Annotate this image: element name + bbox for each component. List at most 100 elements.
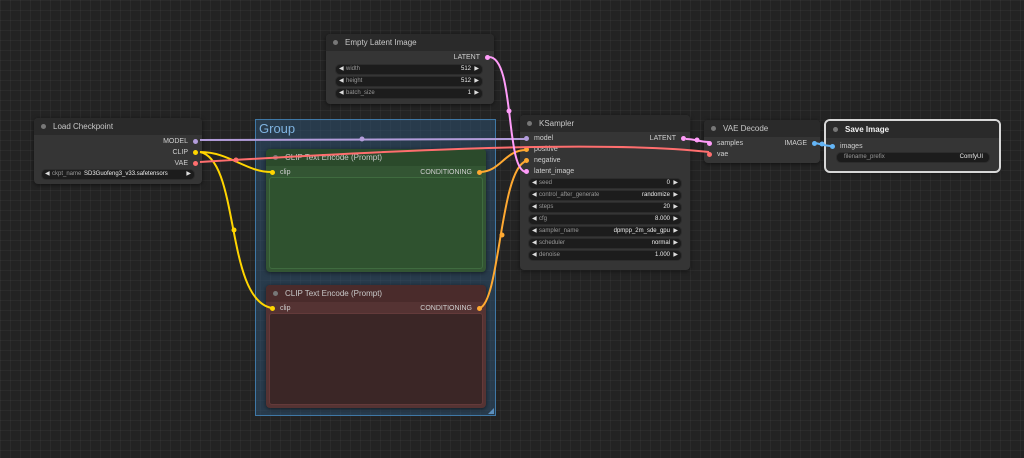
- left-arrow-icon[interactable]: ◀: [339, 77, 344, 86]
- left-arrow-icon[interactable]: ◀: [532, 191, 537, 200]
- image-slot-dot-icon[interactable]: [830, 144, 835, 149]
- output-image[interactable]: IMAGE: [784, 138, 817, 149]
- left-arrow-icon[interactable]: ◀: [532, 239, 537, 248]
- model-slot-dot-icon[interactable]: [193, 139, 198, 144]
- node-title-bar[interactable]: VAE Decode: [704, 120, 820, 137]
- clip-text-encode-positive-node[interactable]: CLIP Text Encode (Prompt) clip CONDITION…: [266, 149, 486, 272]
- scheduler-widget[interactable]: ◀ scheduler normal ▶: [528, 238, 682, 249]
- right-arrow-icon[interactable]: ▶: [673, 251, 678, 260]
- collapse-dot-icon[interactable]: [273, 291, 278, 296]
- sampler-name-widget[interactable]: ◀ sampler_name dpmpp_2m_sde_gpu ▶: [528, 226, 682, 237]
- output-latent[interactable]: LATENT: [454, 52, 490, 63]
- ckpt-name-combo[interactable]: ◀ ckpt_name SD3Guofeng3_v33.safetensors …: [41, 169, 195, 180]
- collapse-dot-icon[interactable]: [833, 127, 838, 132]
- batch-size-number-widget[interactable]: ◀ batch_size 1 ▶: [335, 88, 483, 99]
- width-number-widget[interactable]: ◀ width 512 ▶: [335, 64, 483, 75]
- left-arrow-icon[interactable]: ◀: [45, 170, 50, 179]
- clip-slot-dot-icon[interactable]: [193, 150, 198, 155]
- latent-slot-dot-icon[interactable]: [707, 141, 712, 146]
- input-positive[interactable]: positive: [524, 144, 558, 155]
- collapse-dot-icon[interactable]: [273, 155, 278, 160]
- prompt-textarea[interactable]: [269, 177, 483, 269]
- save-image-node[interactable]: Save Image images filename_prefix ComfyU…: [824, 119, 1001, 173]
- control-after-generate-widget[interactable]: ◀ control_after_generate randomize ▶: [528, 190, 682, 201]
- node-title-bar[interactable]: KSampler: [520, 115, 690, 132]
- reroute-dot-samples[interactable]: [694, 137, 700, 143]
- steps-widget[interactable]: ◀ steps 20 ▶: [528, 202, 682, 213]
- node-title: Load Checkpoint: [53, 122, 114, 131]
- left-arrow-icon[interactable]: ◀: [532, 227, 537, 236]
- right-arrow-icon[interactable]: ▶: [673, 203, 678, 212]
- node-title-bar[interactable]: CLIP Text Encode (Prompt): [266, 285, 486, 302]
- widget-value: normal: [651, 240, 670, 246]
- clip-slot-dot-icon[interactable]: [270, 306, 275, 311]
- conditioning-slot-dot-icon[interactable]: [524, 158, 529, 163]
- input-negative[interactable]: negative: [524, 155, 560, 166]
- node-title-bar[interactable]: Save Image: [826, 121, 999, 138]
- reroute-dot-image[interactable]: [819, 141, 825, 147]
- collapse-dot-icon[interactable]: [527, 121, 532, 126]
- collapse-dot-icon[interactable]: [711, 126, 716, 131]
- input-vae[interactable]: vae: [707, 149, 728, 160]
- conditioning-slot-dot-icon[interactable]: [477, 170, 482, 175]
- right-arrow-icon[interactable]: ▶: [474, 89, 479, 98]
- conditioning-slot-dot-icon[interactable]: [477, 306, 482, 311]
- collapse-dot-icon[interactable]: [41, 124, 46, 129]
- output-latent[interactable]: LATENT: [650, 133, 686, 144]
- conditioning-slot-dot-icon[interactable]: [524, 147, 529, 152]
- left-arrow-icon[interactable]: ◀: [532, 203, 537, 212]
- empty-latent-image-node[interactable]: Empty Latent Image LATENT ◀ width 512 ▶ …: [326, 34, 494, 104]
- output-model[interactable]: MODEL: [163, 136, 198, 147]
- output-vae[interactable]: VAE: [175, 158, 198, 169]
- cfg-widget[interactable]: ◀ cfg 8.000 ▶: [528, 214, 682, 225]
- output-clip[interactable]: CLIP: [172, 147, 198, 158]
- latent-slot-dot-icon[interactable]: [485, 55, 490, 60]
- latent-slot-dot-icon[interactable]: [524, 169, 529, 174]
- left-arrow-icon[interactable]: ◀: [532, 251, 537, 260]
- input-model[interactable]: model: [524, 133, 553, 144]
- right-arrow-icon[interactable]: ▶: [186, 170, 191, 179]
- right-arrow-icon[interactable]: ▶: [673, 215, 678, 224]
- left-arrow-icon[interactable]: ◀: [339, 89, 344, 98]
- height-number-widget[interactable]: ◀ height 512 ▶: [335, 76, 483, 87]
- vae-decode-node[interactable]: VAE Decode samples vae IMAGE: [704, 120, 820, 163]
- left-arrow-icon[interactable]: ◀: [339, 65, 344, 74]
- node-graph-canvas[interactable]: Group Load Checkpoint MODEL CLIP VAE ◀ c…: [0, 0, 1024, 458]
- vae-slot-dot-icon[interactable]: [193, 161, 198, 166]
- left-arrow-icon[interactable]: ◀: [532, 215, 537, 224]
- node-title-bar[interactable]: Empty Latent Image: [326, 34, 494, 51]
- input-images[interactable]: images: [830, 141, 863, 152]
- node-title-bar[interactable]: Load Checkpoint: [34, 118, 202, 135]
- left-arrow-icon[interactable]: ◀: [532, 179, 537, 188]
- node-title-bar[interactable]: CLIP Text Encode (Prompt): [266, 149, 486, 166]
- reroute-dot-negative[interactable]: [499, 232, 505, 238]
- ksampler-node[interactable]: KSampler model positive negative latent_…: [520, 115, 690, 270]
- input-samples[interactable]: samples: [707, 138, 743, 149]
- right-arrow-icon[interactable]: ▶: [474, 77, 479, 86]
- reroute-dot-latent[interactable]: [506, 108, 512, 114]
- connection-wires: [199, 56, 833, 309]
- clip-slot-dot-icon[interactable]: [270, 170, 275, 175]
- right-arrow-icon[interactable]: ▶: [673, 227, 678, 236]
- collapse-dot-icon[interactable]: [333, 40, 338, 45]
- filename-prefix-input[interactable]: filename_prefix ComfyUI: [836, 152, 990, 163]
- group-resize-handle[interactable]: [488, 408, 494, 414]
- right-arrow-icon[interactable]: ▶: [673, 191, 678, 200]
- load-checkpoint-node[interactable]: Load Checkpoint MODEL CLIP VAE ◀ ckpt_na…: [34, 118, 202, 184]
- clip-text-encode-negative-node[interactable]: CLIP Text Encode (Prompt) clip CONDITION…: [266, 285, 486, 408]
- group-title[interactable]: Group: [259, 121, 295, 136]
- denoise-widget[interactable]: ◀ denoise 1.000 ▶: [528, 250, 682, 261]
- latent-slot-dot-icon[interactable]: [681, 136, 686, 141]
- right-arrow-icon[interactable]: ▶: [673, 239, 678, 248]
- right-arrow-icon[interactable]: ▶: [474, 65, 479, 74]
- image-slot-dot-icon[interactable]: [812, 141, 817, 146]
- prompt-textarea[interactable]: [269, 313, 483, 405]
- vae-slot-dot-icon[interactable]: [707, 152, 712, 157]
- slot-label: samples: [717, 140, 744, 147]
- reroute-dot-vae[interactable]: [233, 157, 239, 163]
- reroute-dot-clip[interactable]: [231, 227, 237, 233]
- seed-widget[interactable]: ◀ seed 0 ▶: [528, 178, 682, 189]
- input-latent-image[interactable]: latent_image: [524, 166, 574, 177]
- model-slot-dot-icon[interactable]: [524, 136, 529, 141]
- right-arrow-icon[interactable]: ▶: [673, 179, 678, 188]
